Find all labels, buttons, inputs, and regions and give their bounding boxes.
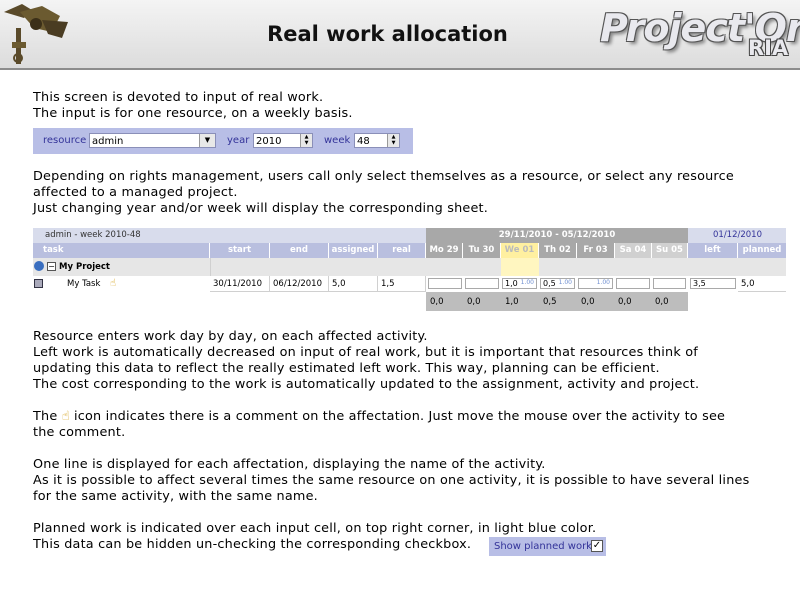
affectation-line: for the same activity, with the same nam…: [33, 489, 318, 504]
work-line: Resource enters work day by day, on each…: [33, 329, 428, 344]
total-tu: 0,0: [467, 297, 481, 307]
spinner-icon[interactable]: ▲ ▼: [300, 134, 312, 147]
task-assigned: 5,0: [329, 276, 378, 292]
rights-line: Just changing year and/or week will disp…: [33, 201, 489, 216]
resource-label: resource: [43, 135, 87, 146]
planned-value: 1.00: [596, 279, 610, 286]
col-day-weekend: Su 05: [652, 243, 688, 258]
work-line: The cost corresponding to the work is au…: [33, 377, 700, 392]
work-line: Left work is automatically decreased on …: [33, 345, 698, 360]
resource-selector-bar: resource admin ▼ year 2010 ▲ ▼ week 48 ▲ ▼: [33, 128, 413, 154]
total-sa: 0,0: [618, 297, 632, 307]
today-highlight: [501, 258, 539, 276]
work-input-sa[interactable]: [616, 278, 650, 289]
comment-icon: ☝: [61, 409, 70, 424]
planned-value: 1.00: [558, 279, 572, 286]
col-day: Fr 03: [577, 243, 615, 258]
task-real: 1,5: [378, 276, 426, 292]
task-type-icon: [34, 279, 43, 288]
work-input-th[interactable]: 0,5 1.00: [540, 278, 575, 289]
left-value: 3,5: [693, 279, 706, 288]
work-grid: admin - week 2010-48 29/11/2010 - 05/12/…: [33, 228, 786, 311]
totals-background: [426, 292, 688, 311]
affectation-line: One line is displayed for each affectati…: [33, 457, 546, 472]
resource-select[interactable]: admin ▼: [89, 133, 216, 148]
work-input-tu[interactable]: [465, 278, 499, 289]
intro-line: The input is for one resource, on a week…: [33, 106, 353, 121]
task-end: 06/12/2010: [270, 276, 329, 292]
task-planned: 5,0: [738, 276, 786, 292]
week-value: 48: [357, 136, 370, 147]
rights-line: affected to a managed project.: [33, 185, 238, 200]
col-day-weekend: Sa 04: [615, 243, 652, 258]
work-input-fr[interactable]: 1.00: [578, 278, 613, 289]
col-day-today: We 01: [501, 243, 539, 258]
chevron-down-icon[interactable]: ▼: [199, 134, 215, 147]
affectation-line: As it is possible to affect several time…: [33, 473, 750, 488]
collapse-icon[interactable]: −: [47, 262, 56, 271]
total-we: 1,0: [505, 297, 519, 307]
col-day: Tu 30: [463, 243, 501, 258]
planned-line: Planned work is indicated over each inpu…: [33, 521, 597, 536]
col-assigned: assigned: [329, 243, 378, 258]
rights-line: Depending on rights management, users ca…: [33, 169, 734, 184]
show-planned-work-label: Show planned work: [494, 541, 592, 552]
comment-line: the comment.: [33, 425, 126, 440]
grid-caption: admin - week 2010-48: [45, 230, 141, 240]
col-planned: planned: [738, 243, 786, 258]
work-line: updating this data to reflect the really…: [33, 361, 660, 376]
resource-value: admin: [92, 136, 124, 147]
show-planned-work-checkbox[interactable]: ✓: [591, 540, 603, 552]
planned-value: 1.00: [520, 279, 534, 286]
intro-line: This screen is devoted to input of real …: [33, 90, 324, 105]
year-label: year: [227, 135, 250, 146]
col-end: end: [270, 243, 329, 258]
week-input[interactable]: 48 ▲ ▼: [354, 133, 400, 148]
work-input-we[interactable]: 1,0 1.00: [502, 278, 537, 289]
year-input[interactable]: 2010 ▲ ▼: [253, 133, 313, 148]
col-day: Mo 29: [426, 243, 463, 258]
col-real: real: [378, 243, 426, 258]
task-start: 30/11/2010: [210, 276, 270, 292]
total-mo: 0,0: [430, 297, 444, 307]
left-work-input[interactable]: 3,5: [690, 278, 736, 289]
total-th: 0,5: [543, 297, 557, 307]
work-paragraph: Resource enters work day by day, on each…: [33, 329, 699, 393]
comment-text-after: icon indicates there is a comment on the…: [73, 409, 726, 424]
project-row: − My Project: [33, 258, 786, 276]
week-label: week: [324, 135, 351, 146]
week-range: 29/11/2010 - 05/12/2010: [426, 228, 688, 243]
rights-paragraph: Depending on rights management, users ca…: [33, 169, 734, 217]
comment-text-before: The: [33, 409, 58, 424]
spinner-icon[interactable]: ▲ ▼: [387, 134, 399, 147]
totals-row: 0,0 0,0 1,0 0,5 0,0 0,0 0,0: [33, 292, 786, 311]
show-planned-work-toggle[interactable]: Show planned work ✓: [489, 537, 606, 556]
divider: [210, 258, 211, 276]
total-su: 0,0: [655, 297, 669, 307]
col-day: Th 02: [539, 243, 577, 258]
comment-icon[interactable]: ☝: [110, 278, 116, 289]
work-value: 1,0: [505, 279, 518, 288]
col-task: task: [33, 243, 210, 258]
intro-paragraph: This screen is devoted to input of real …: [33, 90, 353, 122]
today-date: 01/12/2010: [713, 230, 762, 240]
project-name: My Project: [59, 262, 110, 272]
work-input-su[interactable]: [653, 278, 686, 289]
grid-caption-row: admin - week 2010-48 29/11/2010 - 05/12/…: [33, 228, 786, 243]
col-left: left: [688, 243, 738, 258]
affectation-paragraph: One line is displayed for each affectati…: [33, 457, 749, 505]
app-header: Real work allocation Project'Or RIA: [0, 0, 800, 70]
total-fr: 0,0: [581, 297, 595, 307]
task-name[interactable]: My Task: [67, 279, 100, 289]
brand-logo-sub: RIA: [748, 36, 789, 60]
comment-line: The ☝ icon indicates there is a comment …: [33, 409, 725, 425]
comment-paragraph: The ☝ icon indicates there is a comment …: [33, 409, 725, 441]
task-row[interactable]: My Task ☝ 30/11/2010 06/12/2010 5,0 1,5 …: [33, 276, 786, 292]
grid-header-row: task start end assigned real Mo 29 Tu 30…: [33, 243, 786, 258]
year-value: 2010: [256, 136, 282, 147]
gear-icon[interactable]: [34, 261, 44, 271]
work-input-mo[interactable]: [428, 278, 462, 289]
col-start: start: [210, 243, 270, 258]
work-value: 0,5: [543, 279, 556, 288]
